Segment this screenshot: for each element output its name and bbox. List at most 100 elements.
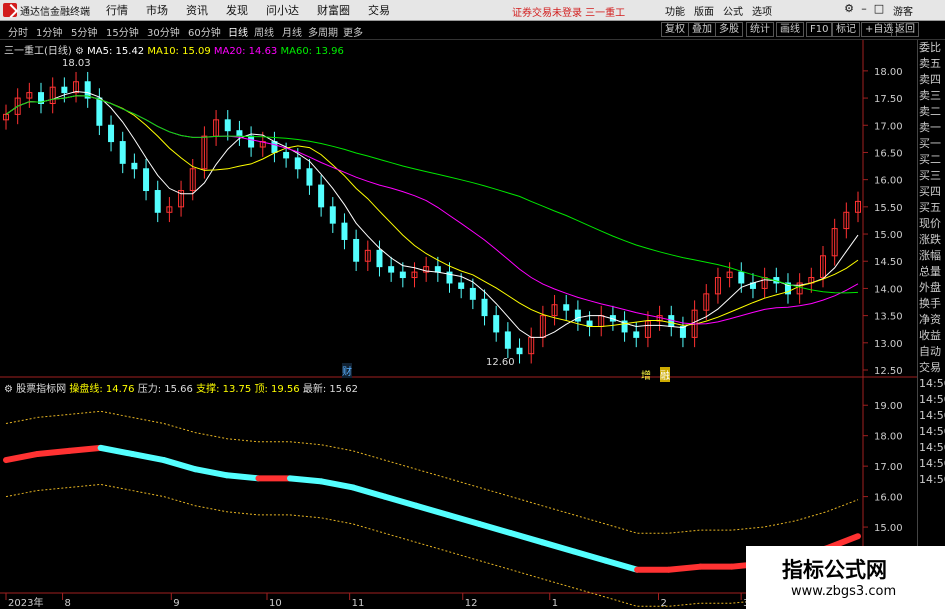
side-item[interactable]: 14:50	[918, 424, 945, 440]
low-annotation: 12.60	[486, 357, 515, 368]
increase-marker[interactable]: 增	[641, 367, 651, 382]
period-60min[interactable]: 60分钟	[188, 24, 221, 39]
side-item[interactable]: 14:50	[918, 440, 945, 456]
side-item[interactable]: 现价	[918, 216, 945, 232]
period-multi[interactable]: 多周期	[308, 24, 338, 39]
sub-tick-label: 18.00	[874, 432, 903, 443]
statistics-button[interactable]: 统计	[746, 22, 774, 37]
price-tick-label: 15.50	[874, 203, 903, 214]
multi-stock-button[interactable]: 多股	[715, 22, 743, 37]
price-tick-label: 14.50	[874, 257, 903, 268]
guest-label[interactable]: 游客	[893, 3, 913, 18]
side-item[interactable]: 14:50	[918, 472, 945, 488]
side-item[interactable]: 卖五	[918, 56, 945, 72]
side-item[interactable]: 涨跌	[918, 232, 945, 248]
sub-tick-label: 17.00	[874, 462, 903, 473]
high-annotation: 18.03	[62, 58, 91, 69]
menu-function[interactable]: 功能	[665, 3, 685, 18]
margin-marker[interactable]: 融	[660, 367, 670, 382]
period-monthly[interactable]: 月线	[282, 24, 302, 39]
app-logo-icon	[3, 3, 17, 17]
restore-icon[interactable]: □	[873, 2, 885, 16]
side-item[interactable]: 买五	[918, 200, 945, 216]
login-notice[interactable]: 证券交易未登录 三一重工	[512, 4, 625, 19]
finance-marker[interactable]: 财	[342, 363, 352, 378]
menu-discover[interactable]: 发现	[226, 2, 248, 18]
period-5min[interactable]: 5分钟	[71, 24, 97, 39]
period-30min[interactable]: 30分钟	[147, 24, 180, 39]
time-tick-label: 12	[465, 598, 478, 609]
menu-layout[interactable]: 版面	[694, 3, 714, 18]
side-item[interactable]: 买三	[918, 168, 945, 184]
candle-body	[353, 238, 360, 262]
candle-body	[329, 206, 336, 224]
candle-body	[388, 266, 395, 273]
menu-news[interactable]: 资讯	[186, 2, 208, 18]
side-item[interactable]: 委比	[918, 40, 945, 56]
side-item[interactable]: 收益	[918, 328, 945, 344]
side-item[interactable]: 自动	[918, 344, 945, 360]
candle-body	[108, 124, 115, 143]
top-label: 顶: 19.56	[254, 384, 300, 395]
draw-line-button[interactable]: 画线	[776, 22, 804, 37]
side-item[interactable]: 买四	[918, 184, 945, 200]
menu-formula[interactable]: 公式	[723, 3, 743, 18]
back-button[interactable]: 返回	[891, 22, 919, 37]
side-item[interactable]: 总量	[918, 264, 945, 280]
menu-markets[interactable]: 市场	[146, 2, 168, 18]
ma5-label: MA5: 15.42	[87, 46, 145, 57]
price-tick-label: 15.00	[874, 230, 903, 241]
minimize-icon[interactable]: –	[858, 2, 870, 16]
legend-gear-icon[interactable]: ⚙	[75, 46, 87, 57]
side-item[interactable]: 14:50	[918, 456, 945, 472]
menu-trade[interactable]: 交易	[368, 2, 390, 18]
sub-gear-icon[interactable]: ⚙	[4, 384, 16, 395]
candle-body	[248, 135, 255, 148]
side-item[interactable]: 14:50	[918, 392, 945, 408]
candle-body	[61, 86, 68, 94]
candle-body	[679, 325, 686, 338]
period-more[interactable]: 更多	[343, 24, 363, 39]
title-bar: 通达信金融终端 行情 市场 资讯 发现 问小达 财富圈 交易 证券交易未登录 三…	[0, 0, 945, 21]
side-item[interactable]: 涨幅	[918, 248, 945, 264]
period-1min[interactable]: 1分钟	[36, 24, 62, 39]
side-item[interactable]: 外盘	[918, 280, 945, 296]
side-item[interactable]: 买二	[918, 152, 945, 168]
side-item[interactable]: 换手	[918, 296, 945, 312]
menu-market[interactable]: 行情	[106, 2, 128, 18]
side-item[interactable]: 14:50	[918, 376, 945, 392]
candle-body	[633, 331, 640, 338]
period-weekly[interactable]: 周线	[254, 24, 274, 39]
candle-body	[399, 271, 406, 279]
overlay-button[interactable]: 叠加	[688, 22, 716, 37]
watermark-title: 指标公式网	[782, 558, 887, 582]
price-tick-label: 14.00	[874, 284, 903, 295]
operating-line-segment	[66, 444, 104, 454]
period-timeshare[interactable]: 分时	[8, 24, 28, 39]
menu-wealth[interactable]: 财富圈	[317, 2, 350, 18]
adjust-button[interactable]: 复权	[661, 22, 689, 37]
watermark: 指标公式网 www.zbgs3.com	[746, 546, 945, 609]
side-item[interactable]: 卖三	[918, 88, 945, 104]
operating-line-segment	[287, 475, 325, 485]
side-item[interactable]: 14:50	[918, 408, 945, 424]
operating-line-segment	[223, 472, 262, 482]
period-15min[interactable]: 15分钟	[106, 24, 139, 39]
side-item[interactable]: 交易	[918, 360, 945, 376]
operating-line-segment	[665, 563, 704, 573]
period-daily[interactable]: 日线	[228, 24, 248, 39]
side-item[interactable]: 净资	[918, 312, 945, 328]
side-item[interactable]: 卖四	[918, 72, 945, 88]
settings-icon[interactable]: ⚙	[843, 2, 855, 16]
price-chart[interactable]: 18.00 17.50 17.00 16.50 16.00 15.50 15.00 14.50…	[0, 40, 945, 609]
candle-body	[131, 162, 138, 170]
mark-button[interactable]: 标记	[832, 22, 860, 37]
ma20-label: MA20: 14.63	[213, 46, 278, 57]
side-item[interactable]: 卖一	[918, 120, 945, 136]
menu-ask[interactable]: 问小达	[266, 2, 299, 18]
menu-options[interactable]: 选项	[752, 3, 772, 18]
side-item[interactable]: 卖二	[918, 104, 945, 120]
side-item[interactable]: 买一	[918, 136, 945, 152]
f10-button[interactable]: F10	[806, 22, 833, 37]
right-menu: 功能 版面 公式 选项	[665, 3, 781, 18]
